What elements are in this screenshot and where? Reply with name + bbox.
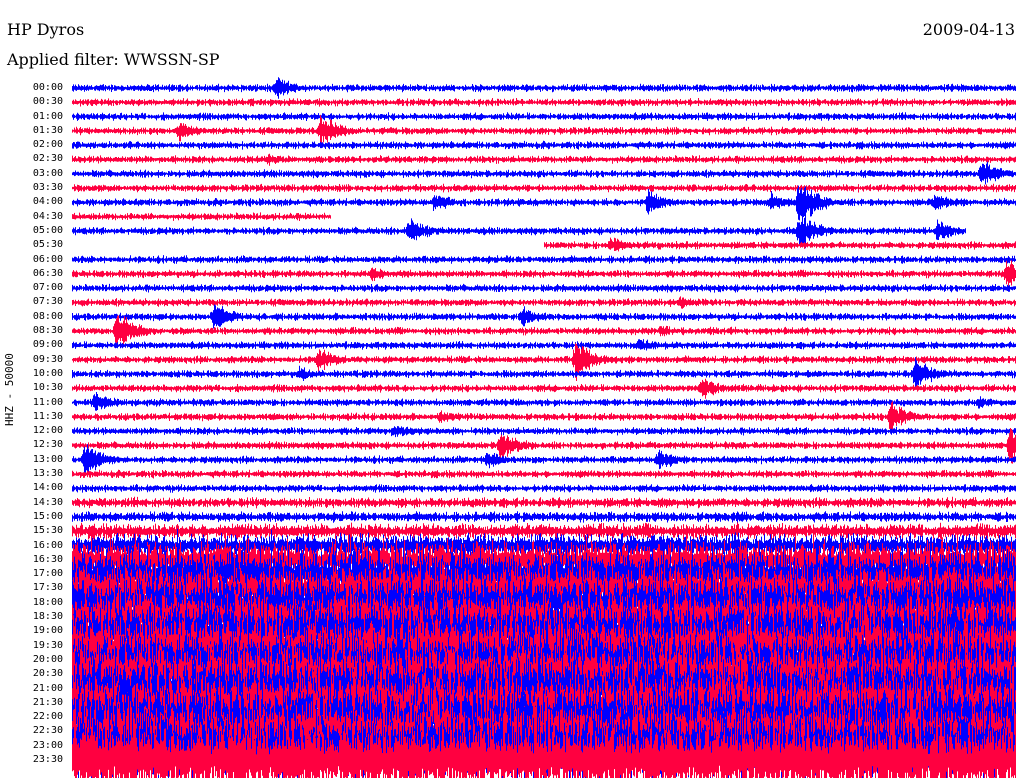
- trace-0030: [72, 98, 1016, 107]
- trace-0530: [544, 237, 1016, 252]
- trace-1330: [72, 469, 1016, 479]
- trace-1030: [72, 378, 1016, 399]
- trace-0330: [72, 183, 1016, 193]
- trace-0200: [72, 140, 1016, 150]
- trace-0100: [72, 112, 1016, 121]
- trace-0730: [72, 296, 1016, 309]
- trace-1100: [72, 392, 1016, 411]
- trace-0700: [72, 283, 1016, 293]
- trace-0130: [72, 115, 1016, 144]
- trace-0230: [72, 153, 1016, 166]
- trace-1200: [72, 426, 1016, 438]
- trace-0900: [72, 339, 1016, 351]
- trace-0300: [72, 161, 1016, 185]
- trace-1000: [72, 357, 1016, 389]
- trace-1400: [72, 484, 1016, 493]
- trace-1430: [72, 496, 1016, 509]
- trace-0000: [72, 77, 1016, 99]
- trace-0430: [72, 212, 331, 221]
- trace-1500: [72, 511, 1016, 523]
- trace-0630: [72, 260, 1016, 286]
- trace-0800: [72, 304, 1016, 329]
- trace-0600: [72, 255, 1016, 264]
- trace-1530: [72, 522, 1016, 540]
- helicorder-plot: [72, 77, 1016, 778]
